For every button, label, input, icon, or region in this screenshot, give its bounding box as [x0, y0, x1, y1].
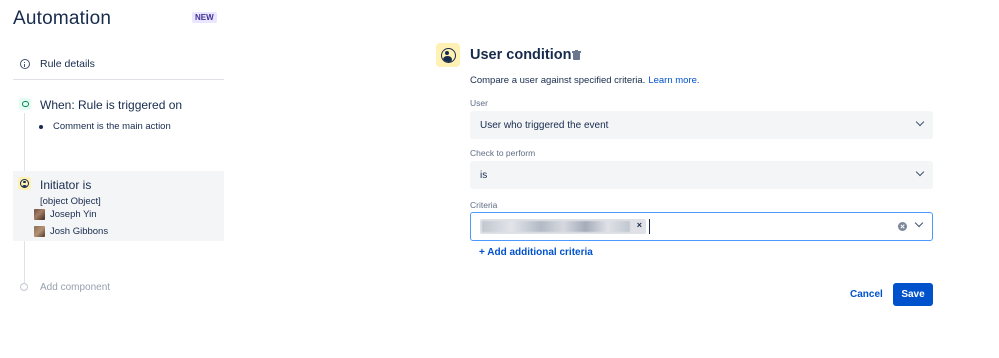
condition-user: Josh Gibbons [34, 225, 108, 237]
criteria-user-chip: × [480, 219, 646, 234]
check-select-value: is [480, 169, 488, 181]
user-select[interactable]: User who triggered the event [470, 111, 933, 139]
user-name: Joseph Yin [50, 208, 97, 220]
condition-user: Joseph Yin [34, 208, 96, 220]
condition-title: Initiator is [40, 178, 92, 192]
clear-icon[interactable] [898, 222, 907, 231]
criteria-input[interactable]: × [470, 212, 933, 241]
rule-sidebar: Automation NEW Rule details When: Rule i… [0, 0, 230, 358]
add-component-label: Add component [40, 281, 111, 293]
user-field-label: User [470, 98, 488, 108]
panel-title: User condition [470, 47, 572, 63]
chevron-down-icon[interactable] [915, 221, 923, 229]
check-select[interactable]: is [470, 161, 933, 189]
info-icon [20, 59, 30, 69]
learn-more-link[interactable]: Learn more. [648, 75, 699, 86]
trigger-title: When: Rule is triggered on [40, 98, 183, 112]
criteria-field-label: Criteria [470, 200, 498, 210]
check-field-label: Check to perform [470, 148, 536, 158]
user-select-value: User who triggered the event [480, 119, 609, 131]
chip-remove-icon[interactable]: × [637, 220, 642, 230]
avatar [34, 208, 45, 220]
rule-details-label: Rule details [40, 58, 95, 70]
user-icon [436, 43, 460, 67]
add-component-dot-icon [20, 283, 28, 291]
chevron-down-icon [916, 120, 924, 128]
user-icon [18, 177, 31, 190]
panel-description: Compare a user against specified criteri… [470, 75, 700, 86]
divider [13, 79, 224, 80]
comment-icon [19, 98, 31, 110]
trigger-detail: Comment is the main action [39, 121, 171, 132]
chevron-down-icon [916, 170, 924, 178]
add-criteria-link[interactable]: + Add additional criteria [479, 247, 593, 258]
avatar [34, 225, 45, 237]
condition-editor-panel: User condition Compare a user against sp… [430, 0, 999, 358]
save-button[interactable]: Save [893, 283, 933, 306]
condition-value: [object Object] [40, 196, 101, 207]
add-component-button[interactable]: Add component [13, 278, 224, 296]
app-title: Automation [13, 8, 112, 29]
new-badge: NEW [192, 12, 217, 23]
text-caret [649, 219, 650, 234]
trash-icon[interactable] [572, 50, 581, 61]
cancel-button[interactable]: Cancel [844, 283, 889, 306]
user-name: Josh Gibbons [50, 225, 109, 237]
rule-details-item[interactable]: Rule details [13, 50, 224, 78]
description-text: Compare a user against specified criteri… [470, 75, 646, 86]
redacted-value [482, 221, 630, 232]
